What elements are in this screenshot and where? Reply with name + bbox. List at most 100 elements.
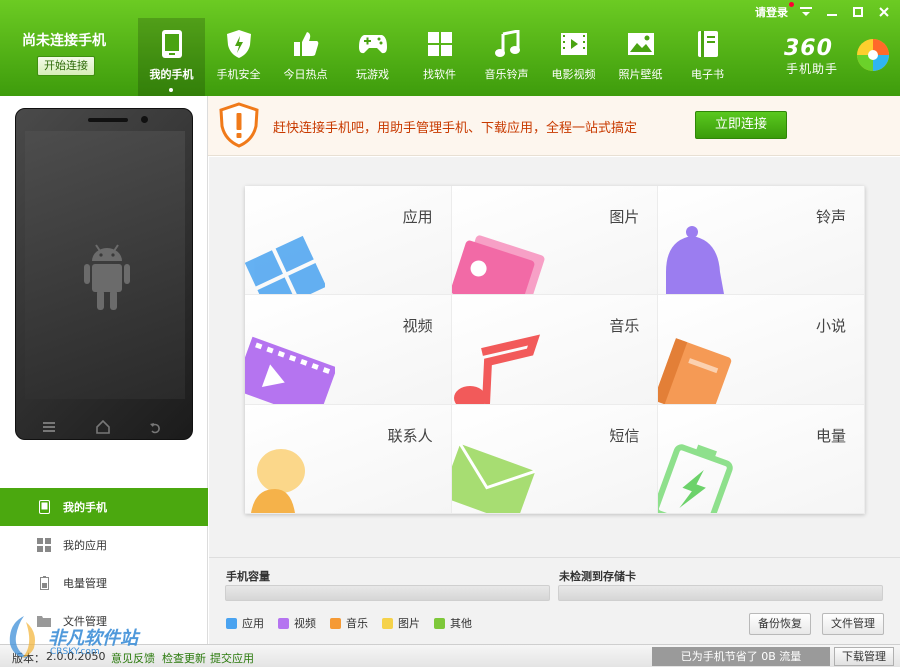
- storage-panel: 手机容量 未检测到存储卡 应用 视频 音乐 图片 其他 备份恢复 文件管理: [209, 557, 900, 644]
- main-nav: 我的手机 手机安全 今日热点 玩游戏 找软件 音乐铃声 电影视频 照片壁纸 电子…: [138, 18, 741, 96]
- apps-grid-icon: [37, 538, 51, 552]
- nav-find-software[interactable]: 找软件: [406, 18, 473, 96]
- nav-label: 今日热点: [283, 68, 328, 81]
- nav-today-hot[interactable]: 今日热点: [272, 18, 339, 96]
- nav-label: 手机安全: [216, 68, 261, 81]
- watermark-logo-icon: [9, 616, 35, 658]
- nav-movies-videos[interactable]: 电影视频: [540, 18, 607, 96]
- file-manager-button[interactable]: 文件管理: [822, 613, 884, 635]
- nav-phone-security[interactable]: 手机安全: [205, 18, 272, 96]
- legend-swatch: [434, 617, 445, 629]
- nav-play-games[interactable]: 玩游戏: [339, 18, 406, 96]
- photo-stack-icon: [451, 235, 545, 295]
- phone-icon: [138, 18, 205, 64]
- active-indicator: [169, 88, 173, 92]
- tile-label: 音乐: [609, 317, 640, 336]
- main-content: 应用 图片 铃声 视频 音乐 小说 联系人 短信 电量: [209, 157, 900, 557]
- shield-icon: [205, 18, 272, 64]
- bell-icon: [666, 226, 725, 295]
- phone-speaker: [88, 118, 128, 122]
- sidebar-item-my-apps[interactable]: 我的应用: [0, 526, 208, 564]
- traffic-saved-text: 已为手机节省了 0B 流量: [652, 647, 830, 666]
- sidebar-item-my-phone[interactable]: 我的手机: [0, 488, 208, 526]
- legend-label: 应用: [242, 617, 264, 630]
- phone-back-key-icon: [150, 423, 160, 434]
- connect-now-button[interactable]: 立即连接: [695, 111, 787, 139]
- start-connect-button[interactable]: 开始连接: [37, 56, 95, 76]
- tile-pictures[interactable]: 图片: [451, 186, 659, 296]
- tile-videos[interactable]: 视频: [245, 295, 452, 405]
- phone-icon: [37, 500, 51, 514]
- picture-icon: [607, 18, 674, 64]
- nav-photos-wallpapers[interactable]: 照片壁纸: [607, 18, 674, 96]
- nav-label: 照片壁纸: [618, 68, 663, 81]
- tile-label: 电量: [815, 426, 846, 445]
- thumbs-up-icon: [272, 18, 339, 64]
- window-controls: 请登录: [755, 2, 892, 20]
- sidebar-item-battery[interactable]: 电量管理: [0, 564, 208, 602]
- sd-card-bar: [558, 585, 883, 601]
- legend-item: 应用: [226, 615, 264, 631]
- tile-contacts[interactable]: 联系人: [245, 404, 452, 514]
- tile-music[interactable]: 音乐: [451, 295, 659, 405]
- notification-dot: [789, 2, 794, 7]
- phone-capacity-label: 手机容量: [226, 570, 270, 583]
- battery-icon: [37, 576, 51, 590]
- legend-label: 图片: [398, 617, 420, 630]
- music-note-icon: [473, 18, 540, 64]
- nav-label: 电子书: [691, 68, 724, 81]
- nav-label: 音乐铃声: [484, 68, 529, 81]
- gamepad-icon: [339, 18, 406, 64]
- envelope-icon: [451, 443, 536, 513]
- brand-name: 手机助手: [786, 62, 839, 76]
- maximize-icon[interactable]: [850, 5, 866, 19]
- battery-charge-icon: [658, 444, 734, 513]
- tile-ringtones[interactable]: 铃声: [658, 186, 865, 296]
- legend-swatch: [382, 617, 393, 629]
- minimize-icon[interactable]: [824, 5, 840, 19]
- legend-label: 音乐: [346, 617, 368, 630]
- tile-apps[interactable]: 应用: [245, 186, 452, 296]
- film-strip-icon: [245, 336, 335, 404]
- legend-label: 视频: [294, 617, 316, 630]
- top-bar: 尚未连接手机 开始连接 我的手机 手机安全 今日热点 玩游戏 找软件 音乐铃声 …: [0, 0, 900, 96]
- warning-icon: [219, 102, 259, 148]
- tile-sms[interactable]: 短信: [451, 404, 659, 514]
- check-update-link[interactable]: 检查更新: [162, 650, 206, 666]
- legend-item: 音乐: [330, 615, 368, 631]
- login-link[interactable]: 请登录: [755, 2, 794, 20]
- backup-restore-button[interactable]: 备份恢复: [749, 613, 811, 635]
- legend-item: 其他: [434, 615, 472, 631]
- connection-status-title: 尚未连接手机: [22, 33, 106, 49]
- banner-message: 赶快连接手机吧，用助手管理手机、下载应用，全程一站式搞定: [273, 121, 638, 136]
- tile-label: 视频: [402, 317, 433, 336]
- brand-number: 360: [784, 36, 833, 61]
- legend-item: 图片: [382, 615, 420, 631]
- tile-novels[interactable]: 小说: [658, 295, 865, 405]
- nav-my-phone[interactable]: 我的手机: [138, 18, 205, 96]
- phone-menu-key-icon: [43, 422, 55, 432]
- tile-label: 应用: [402, 208, 433, 226]
- windows-tiles-icon: [245, 236, 325, 295]
- tile-battery[interactable]: 电量: [658, 404, 865, 514]
- watermark-sub: CRSKY.com: [50, 647, 100, 657]
- nav-music-ringtones[interactable]: 音乐铃声: [473, 18, 540, 96]
- menu-icon[interactable]: [798, 5, 814, 19]
- book-icon: [674, 18, 741, 64]
- tile-label: 图片: [609, 208, 640, 226]
- watermark: 非凡软件站 CRSKY.com: [4, 614, 138, 660]
- legend-swatch: [226, 617, 237, 629]
- nav-ebooks[interactable]: 电子书: [674, 18, 741, 96]
- submit-app-link[interactable]: 提交应用: [210, 650, 254, 666]
- legend-swatch: [278, 617, 289, 629]
- music-note-icon: [453, 334, 540, 404]
- close-icon[interactable]: [876, 5, 892, 19]
- nav-label: 玩游戏: [356, 68, 389, 81]
- brand-ball-icon: [857, 39, 889, 71]
- tile-label: 短信: [609, 426, 640, 445]
- contact-person-icon: [251, 449, 305, 513]
- nav-label: 找软件: [423, 68, 456, 81]
- download-manager-button[interactable]: 下载管理: [834, 647, 894, 666]
- phone-screen: [25, 131, 185, 399]
- sidebar-item-label: 电量管理: [63, 577, 107, 590]
